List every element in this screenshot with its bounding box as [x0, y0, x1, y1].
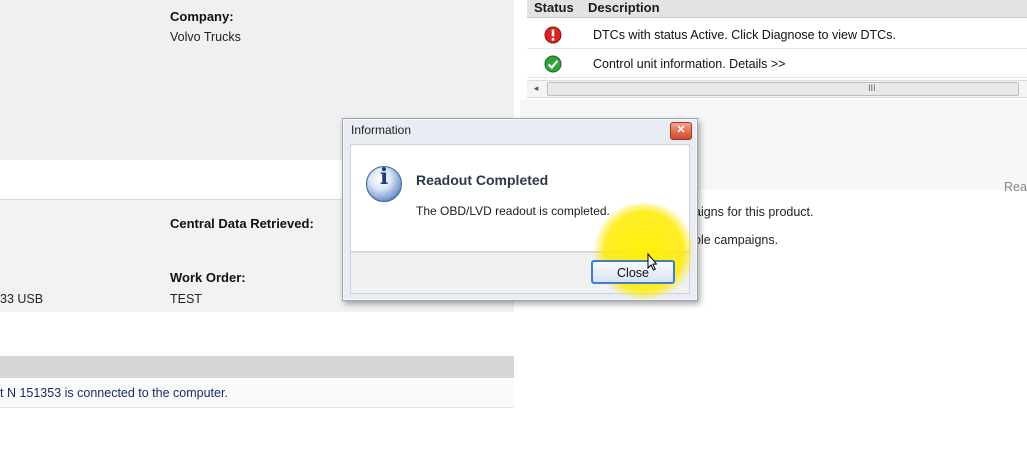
info-glyph: i	[379, 164, 389, 190]
campaign-text-1: aigns for this product.	[694, 205, 814, 219]
read-partial-label: Rea	[1004, 180, 1027, 194]
scrollbar-thumb[interactable]	[547, 82, 1019, 96]
connection-header	[0, 356, 514, 378]
status-description[interactable]: Control unit information. Details >>	[593, 57, 785, 71]
scroll-left-icon[interactable]: ◂	[529, 81, 543, 95]
company-value: Volvo Trucks	[170, 30, 241, 44]
status-column-header[interactable]: Status	[534, 0, 574, 15]
description-column-header[interactable]: Description	[588, 0, 660, 15]
campaign-text-2: ole campaigns.	[694, 233, 779, 247]
company-label: Company:	[170, 9, 234, 24]
work-order-value: TEST	[170, 292, 202, 306]
connection-message: t N 151353 is connected to the computer.	[0, 386, 228, 400]
dialog-title: Information	[351, 123, 412, 137]
scrollbar-grip: III	[868, 83, 876, 93]
central-data-label: Central Data Retrieved:	[170, 216, 314, 231]
status-description: DTCs with status Active. Click Diagnose …	[593, 28, 896, 42]
dialog-heading: Readout Completed	[416, 172, 549, 188]
close-icon[interactable]: ✕	[670, 122, 692, 140]
error-icon	[544, 26, 562, 44]
dialog-message: The OBD/LVD readout is completed.	[416, 204, 610, 218]
checkmark-icon	[544, 55, 562, 73]
work-order-label: Work Order:	[170, 270, 246, 285]
close-button[interactable]: Close	[591, 260, 675, 284]
adapter-value: 33 USB	[0, 292, 44, 306]
mouse-pointer-icon	[647, 253, 657, 271]
